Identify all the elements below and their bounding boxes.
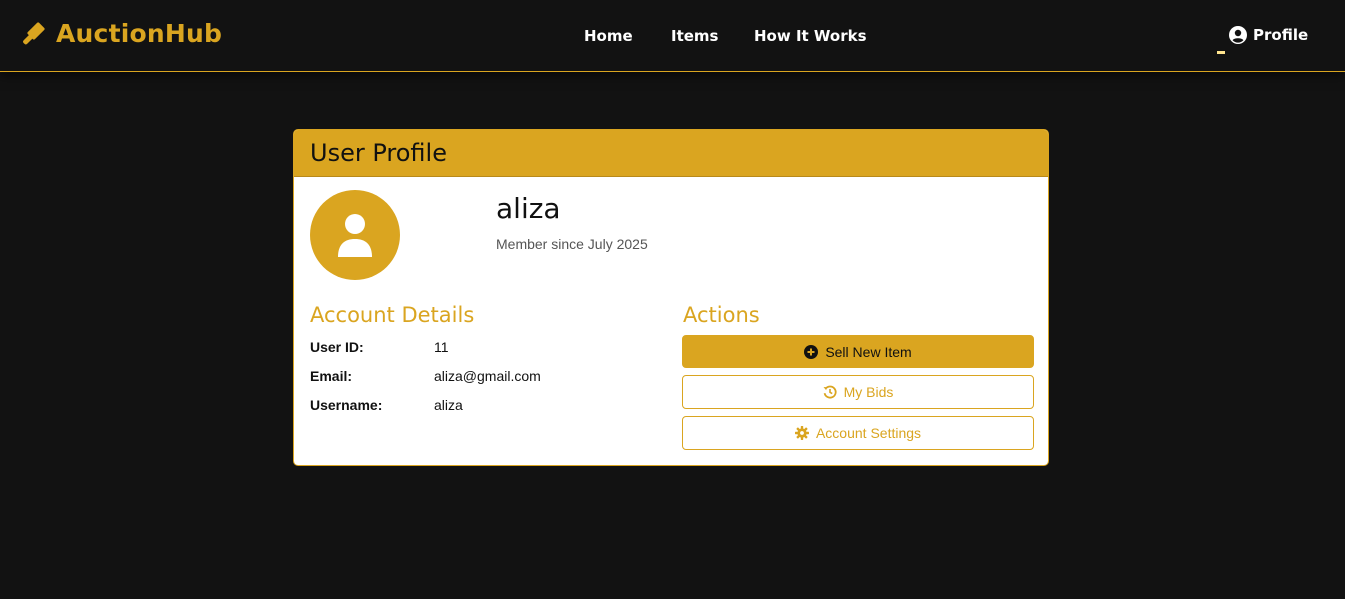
sell-new-item-label: Sell New Item	[825, 343, 912, 360]
nav-profile[interactable]: Profile	[1229, 26, 1308, 44]
detail-label: Username:	[310, 397, 383, 413]
nav-items[interactable]: Items	[671, 27, 718, 45]
detail-value: aliza	[434, 397, 463, 413]
gavel-icon	[20, 20, 48, 48]
detail-value: aliza@gmail.com	[434, 368, 541, 384]
nav-how-it-works[interactable]: How It Works	[754, 27, 867, 45]
account-settings-label: Account Settings	[815, 425, 922, 441]
detail-label: Email:	[310, 368, 353, 384]
brand-link[interactable]: AuctionHub	[20, 19, 222, 48]
username-heading: aliza	[496, 192, 561, 225]
account-details-title: Account Details	[310, 303, 475, 327]
navbar: AuctionHub Home Items How It Works Profi…	[0, 0, 1345, 72]
profile-active-indicator	[1217, 51, 1225, 54]
gear-icon	[794, 426, 809, 440]
my-bids-button[interactable]: My Bids	[682, 375, 1034, 409]
card-title: User Profile	[310, 139, 447, 167]
account-settings-button[interactable]: Account Settings	[682, 416, 1034, 450]
detail-value: 11	[434, 339, 449, 355]
profile-card: User Profile aliza Member since July 202…	[293, 129, 1049, 466]
my-bids-label: My Bids	[843, 384, 894, 400]
sell-new-item-button[interactable]: Sell New Item	[682, 335, 1034, 368]
avatar	[310, 190, 400, 280]
nav-profile-label: Profile	[1253, 26, 1309, 44]
member-since-text: Member since July 2025	[496, 236, 648, 252]
nav-home[interactable]: Home	[584, 27, 633, 45]
brand-name: AuctionHub	[56, 19, 223, 48]
actions-title: Actions	[683, 303, 760, 327]
user-icon	[335, 213, 375, 257]
user-circle-icon	[1229, 26, 1247, 44]
detail-label: User ID:	[310, 339, 364, 355]
plus-circle-icon	[804, 344, 819, 359]
history-icon	[823, 385, 837, 399]
card-header: User Profile	[294, 130, 1048, 177]
